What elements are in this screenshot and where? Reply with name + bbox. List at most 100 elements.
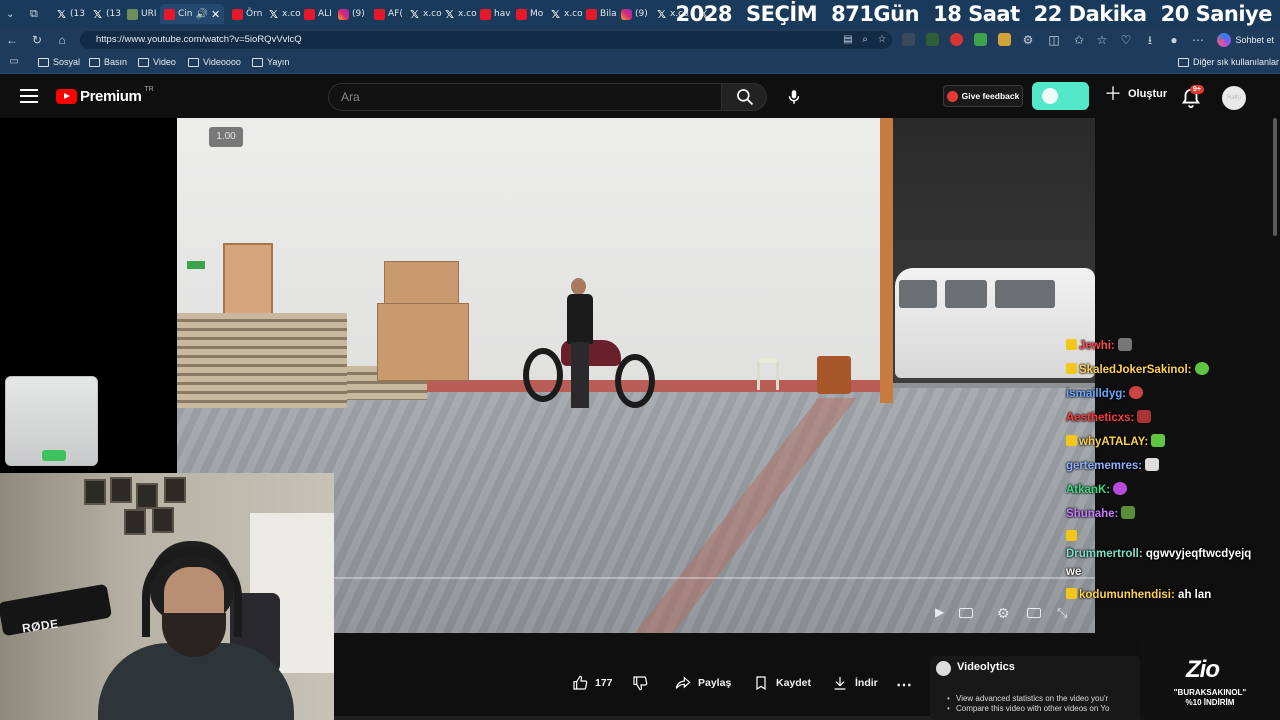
browser-tab-active[interactable]: Cin 🔊 ✕ bbox=[160, 4, 225, 24]
close-tab-icon[interactable]: ✕ bbox=[211, 8, 220, 21]
video-scene-van bbox=[895, 268, 1095, 378]
emote-icon bbox=[1117, 338, 1132, 351]
browser-tab[interactable]: 𝕏x.co bbox=[409, 4, 442, 24]
miniplayer-icon[interactable] bbox=[1027, 608, 1041, 618]
give-feedback-button[interactable]: Give feedback bbox=[943, 85, 1023, 107]
emote-icon bbox=[1113, 482, 1128, 495]
video-scene-person bbox=[567, 278, 593, 413]
like-button[interactable]: 177 bbox=[572, 675, 613, 691]
youtube-premium-logo[interactable]: Premium TR bbox=[56, 86, 154, 105]
extension-toggle-button[interactable] bbox=[1032, 82, 1089, 110]
thumbs-up-icon bbox=[573, 675, 588, 690]
extension-icon[interactable] bbox=[998, 33, 1011, 46]
tab-menu-icon[interactable]: ⌄ bbox=[6, 4, 14, 24]
voice-search-button[interactable] bbox=[778, 83, 810, 111]
bookmark-sosyal[interactable]: Sosyal bbox=[38, 57, 80, 67]
bookmark-basin[interactable]: Basın bbox=[89, 57, 127, 67]
split-screen-icon[interactable]: ◫ bbox=[1046, 32, 1062, 48]
sohbet-button[interactable]: Sohbet et bbox=[1217, 31, 1274, 49]
browser-tab[interactable]: (9) bbox=[621, 4, 648, 24]
videolytics-panel: Videolytics View advanced statistics on … bbox=[930, 656, 1140, 720]
create-button[interactable]: ＋ Oluştur bbox=[1104, 85, 1167, 103]
account-avatar[interactable]: Ralfo bbox=[1222, 86, 1246, 110]
downloads-icon[interactable]: ⭳ bbox=[1142, 32, 1158, 48]
favorite-star-icon[interactable]: ☆ bbox=[874, 32, 890, 48]
browser-tab[interactable]: URI bbox=[127, 4, 157, 24]
download-button[interactable]: İndir bbox=[832, 675, 878, 691]
browser-tab[interactable]: (9) bbox=[338, 4, 365, 24]
home-icon[interactable]: ⌂ bbox=[54, 32, 70, 48]
videolytics-feature[interactable]: View advanced statistics on the video yo… bbox=[947, 694, 1108, 703]
bookmark-videoooo[interactable]: Videoooo bbox=[188, 57, 241, 67]
address-bar[interactable]: https://www.youtube.com/watch?v=5ioRQvVv… bbox=[80, 31, 892, 49]
puzzle-extensions-icon[interactable]: ⚙ bbox=[1020, 32, 1036, 48]
browser-tab[interactable]: ALI bbox=[304, 4, 332, 24]
sponsor-promo: Zio "BURAKSAKINOL" %10 İNDİRİM bbox=[1140, 640, 1280, 720]
save-button[interactable]: Kaydet bbox=[753, 675, 811, 691]
browser-tab[interactable]: Örn bbox=[232, 4, 262, 24]
dislike-button[interactable] bbox=[632, 675, 648, 691]
videolytics-feature[interactable]: Compare this video with other videos on … bbox=[947, 704, 1109, 713]
hamburger-menu-icon[interactable] bbox=[20, 89, 38, 103]
chat-username: Jewhi: bbox=[1079, 340, 1115, 352]
video-progress-bar[interactable] bbox=[334, 577, 1095, 579]
bookmark-video[interactable]: Video bbox=[138, 57, 176, 67]
more-actions-icon[interactable]: ⋯ bbox=[896, 675, 912, 695]
bookmark-other-favorites[interactable]: Diğer sık kullanılanlar bbox=[1178, 57, 1279, 67]
fullscreen-icon[interactable]: ⤡ bbox=[1057, 605, 1073, 621]
x-icon: 𝕏 bbox=[410, 7, 419, 21]
browser-tab[interactable]: Mo bbox=[516, 4, 543, 24]
youtube-icon bbox=[304, 8, 315, 20]
youtube-icon bbox=[232, 8, 243, 20]
search-button[interactable] bbox=[721, 83, 767, 111]
tab-actions-icon[interactable]: ▭ bbox=[6, 54, 22, 70]
video-scene-exit-sign bbox=[187, 261, 205, 269]
download-icon bbox=[834, 677, 846, 690]
youtube-play-icon bbox=[56, 89, 77, 104]
play-icon[interactable]: ▶ bbox=[935, 605, 951, 621]
bookmark-yayin[interactable]: Yayın bbox=[252, 57, 289, 67]
profile-avatar[interactable]: ● bbox=[1166, 32, 1182, 48]
settings-gear-icon[interactable]: ⚙ bbox=[997, 605, 1013, 621]
browser-tab[interactable]: 𝕏x.co bbox=[550, 4, 583, 24]
browser-tab[interactable]: Bila bbox=[586, 4, 617, 24]
collections-icon[interactable]: ☆ bbox=[1094, 32, 1110, 48]
chat-badge-icon bbox=[1066, 588, 1077, 599]
countdown-hours: 18 Saat bbox=[933, 2, 1020, 26]
extension-icon[interactable] bbox=[974, 33, 987, 46]
playback-speed-badge[interactable]: 1.00 bbox=[209, 127, 243, 147]
browser-tab[interactable]: 𝕏x.co bbox=[268, 4, 301, 24]
url-text[interactable]: https://www.youtube.com/watch?v=5ioRQvVv… bbox=[96, 34, 302, 45]
promo-code: "BURAKSAKINOL" bbox=[1173, 688, 1247, 697]
more-options-icon[interactable]: ⋯ bbox=[1190, 32, 1206, 48]
heart-icon[interactable]: ♡ bbox=[1118, 32, 1134, 48]
speaker-icon[interactable]: 🔊 bbox=[196, 9, 208, 20]
player-controls: ▶ ⚙ ⤡ bbox=[935, 601, 1095, 625]
workspaces-icon[interactable]: ⧉ bbox=[30, 4, 38, 24]
chat-message: kodumunhendisi: ah lan bbox=[1066, 588, 1211, 601]
reload-icon[interactable]: ↻ bbox=[29, 32, 45, 48]
browser-tab[interactable]: AF( bbox=[374, 4, 403, 24]
video-scene-box bbox=[384, 261, 459, 306]
share-button[interactable]: Paylaş bbox=[675, 675, 731, 691]
emote-icon bbox=[1151, 434, 1166, 447]
extension-icon[interactable] bbox=[926, 33, 939, 46]
search-box[interactable] bbox=[328, 83, 721, 111]
browser-tab[interactable]: 𝕏x.co bbox=[444, 4, 477, 24]
reader-icon[interactable]: ▤ bbox=[840, 32, 856, 48]
extension-icon[interactable] bbox=[950, 33, 963, 46]
browser-tab[interactable]: 𝕏 (13 bbox=[92, 4, 121, 24]
browser-tab[interactable]: 𝕏 (13 bbox=[56, 4, 85, 24]
search-input[interactable] bbox=[341, 90, 701, 104]
back-icon[interactable]: ← bbox=[4, 32, 20, 48]
favorites-icon[interactable]: ✩ bbox=[1071, 32, 1087, 48]
zoom-icon[interactable]: ⌕ bbox=[857, 32, 873, 48]
browser-tab[interactable]: hav bbox=[480, 4, 511, 24]
page-scrollbar[interactable] bbox=[1270, 118, 1280, 238]
subtitles-icon[interactable] bbox=[959, 608, 973, 618]
extension-icon[interactable] bbox=[902, 33, 915, 46]
x-icon: 𝕏 bbox=[657, 7, 666, 21]
chat-message: AtkanK: bbox=[1066, 482, 1128, 496]
chat-message: Jewhi: bbox=[1066, 338, 1132, 352]
streamer-person bbox=[90, 537, 294, 720]
